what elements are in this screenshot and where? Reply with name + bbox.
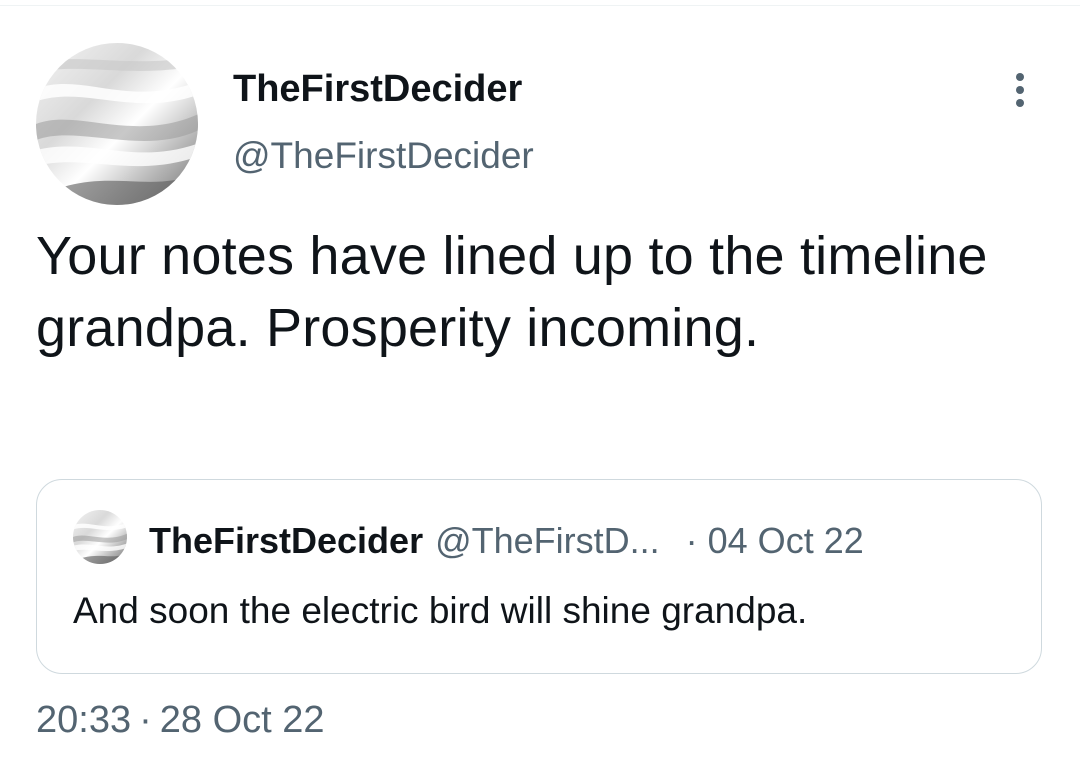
tweet-timestamp[interactable]: 20:33 · 28 Oct 22 [36,699,325,742]
timestamp-separator: · [139,699,152,741]
top-divider [0,5,1080,6]
silk-avatar-image [73,510,127,564]
quoted-tweet-card[interactable]: TheFirstDecider @TheFirstD... · 04 Oct 2… [36,479,1042,674]
quoted-author-display-name[interactable]: TheFirstDecider [149,520,423,562]
more-vertical-icon [1016,73,1024,81]
more-options-button[interactable] [1002,66,1038,114]
author-display-name[interactable]: TheFirstDecider [233,68,522,111]
author-avatar[interactable] [36,43,198,205]
quoted-separator: · [685,520,698,561]
tweet-date: 28 Oct 22 [159,699,325,741]
tweet-time: 20:33 [36,699,132,741]
quoted-tweet-header: TheFirstDecider @TheFirstD... · 04 Oct 2… [149,520,864,562]
quoted-tweet-text: And soon the electric bird will shine gr… [73,590,808,631]
more-vertical-icon [1016,99,1024,107]
author-handle[interactable]: @TheFirstDecider [233,135,534,177]
tweet-text: Your notes have lined up to the timeline… [36,226,988,358]
silk-avatar-image [36,43,198,205]
quoted-tweet-date[interactable]: 04 Oct 22 [708,520,864,562]
more-vertical-icon [1016,86,1024,94]
quoted-author-avatar[interactable] [73,510,127,564]
quoted-author-handle[interactable]: @TheFirstD... [435,520,660,562]
